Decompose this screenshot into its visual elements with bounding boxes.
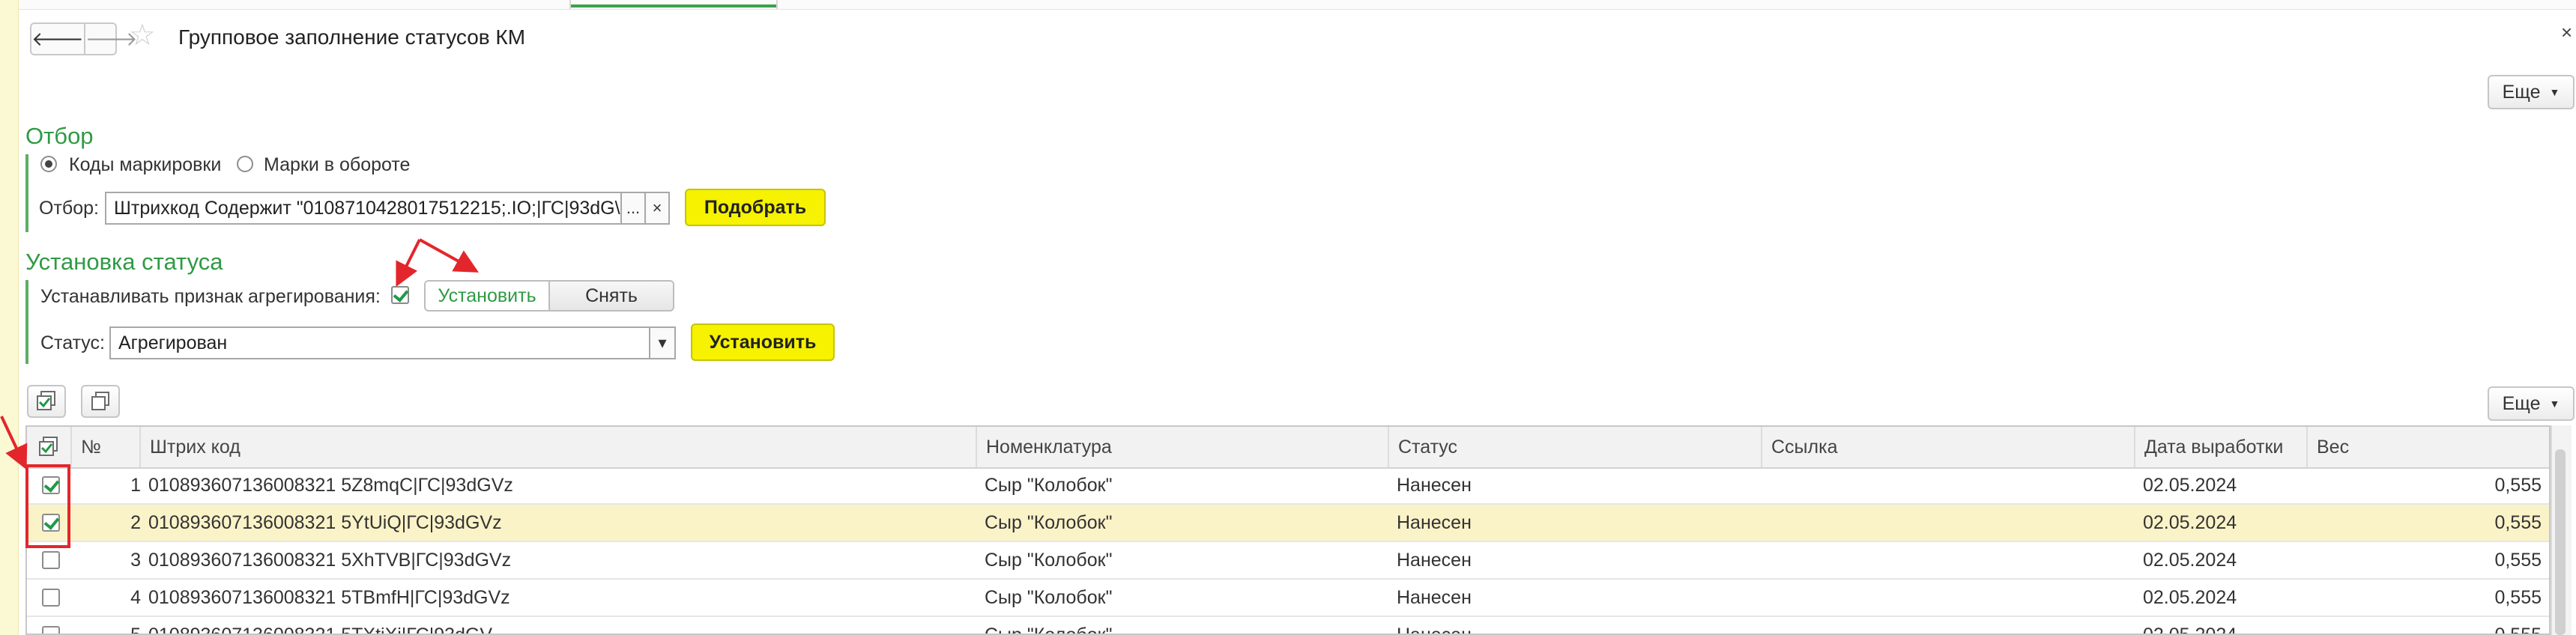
annotation-arrows <box>0 238 479 470</box>
